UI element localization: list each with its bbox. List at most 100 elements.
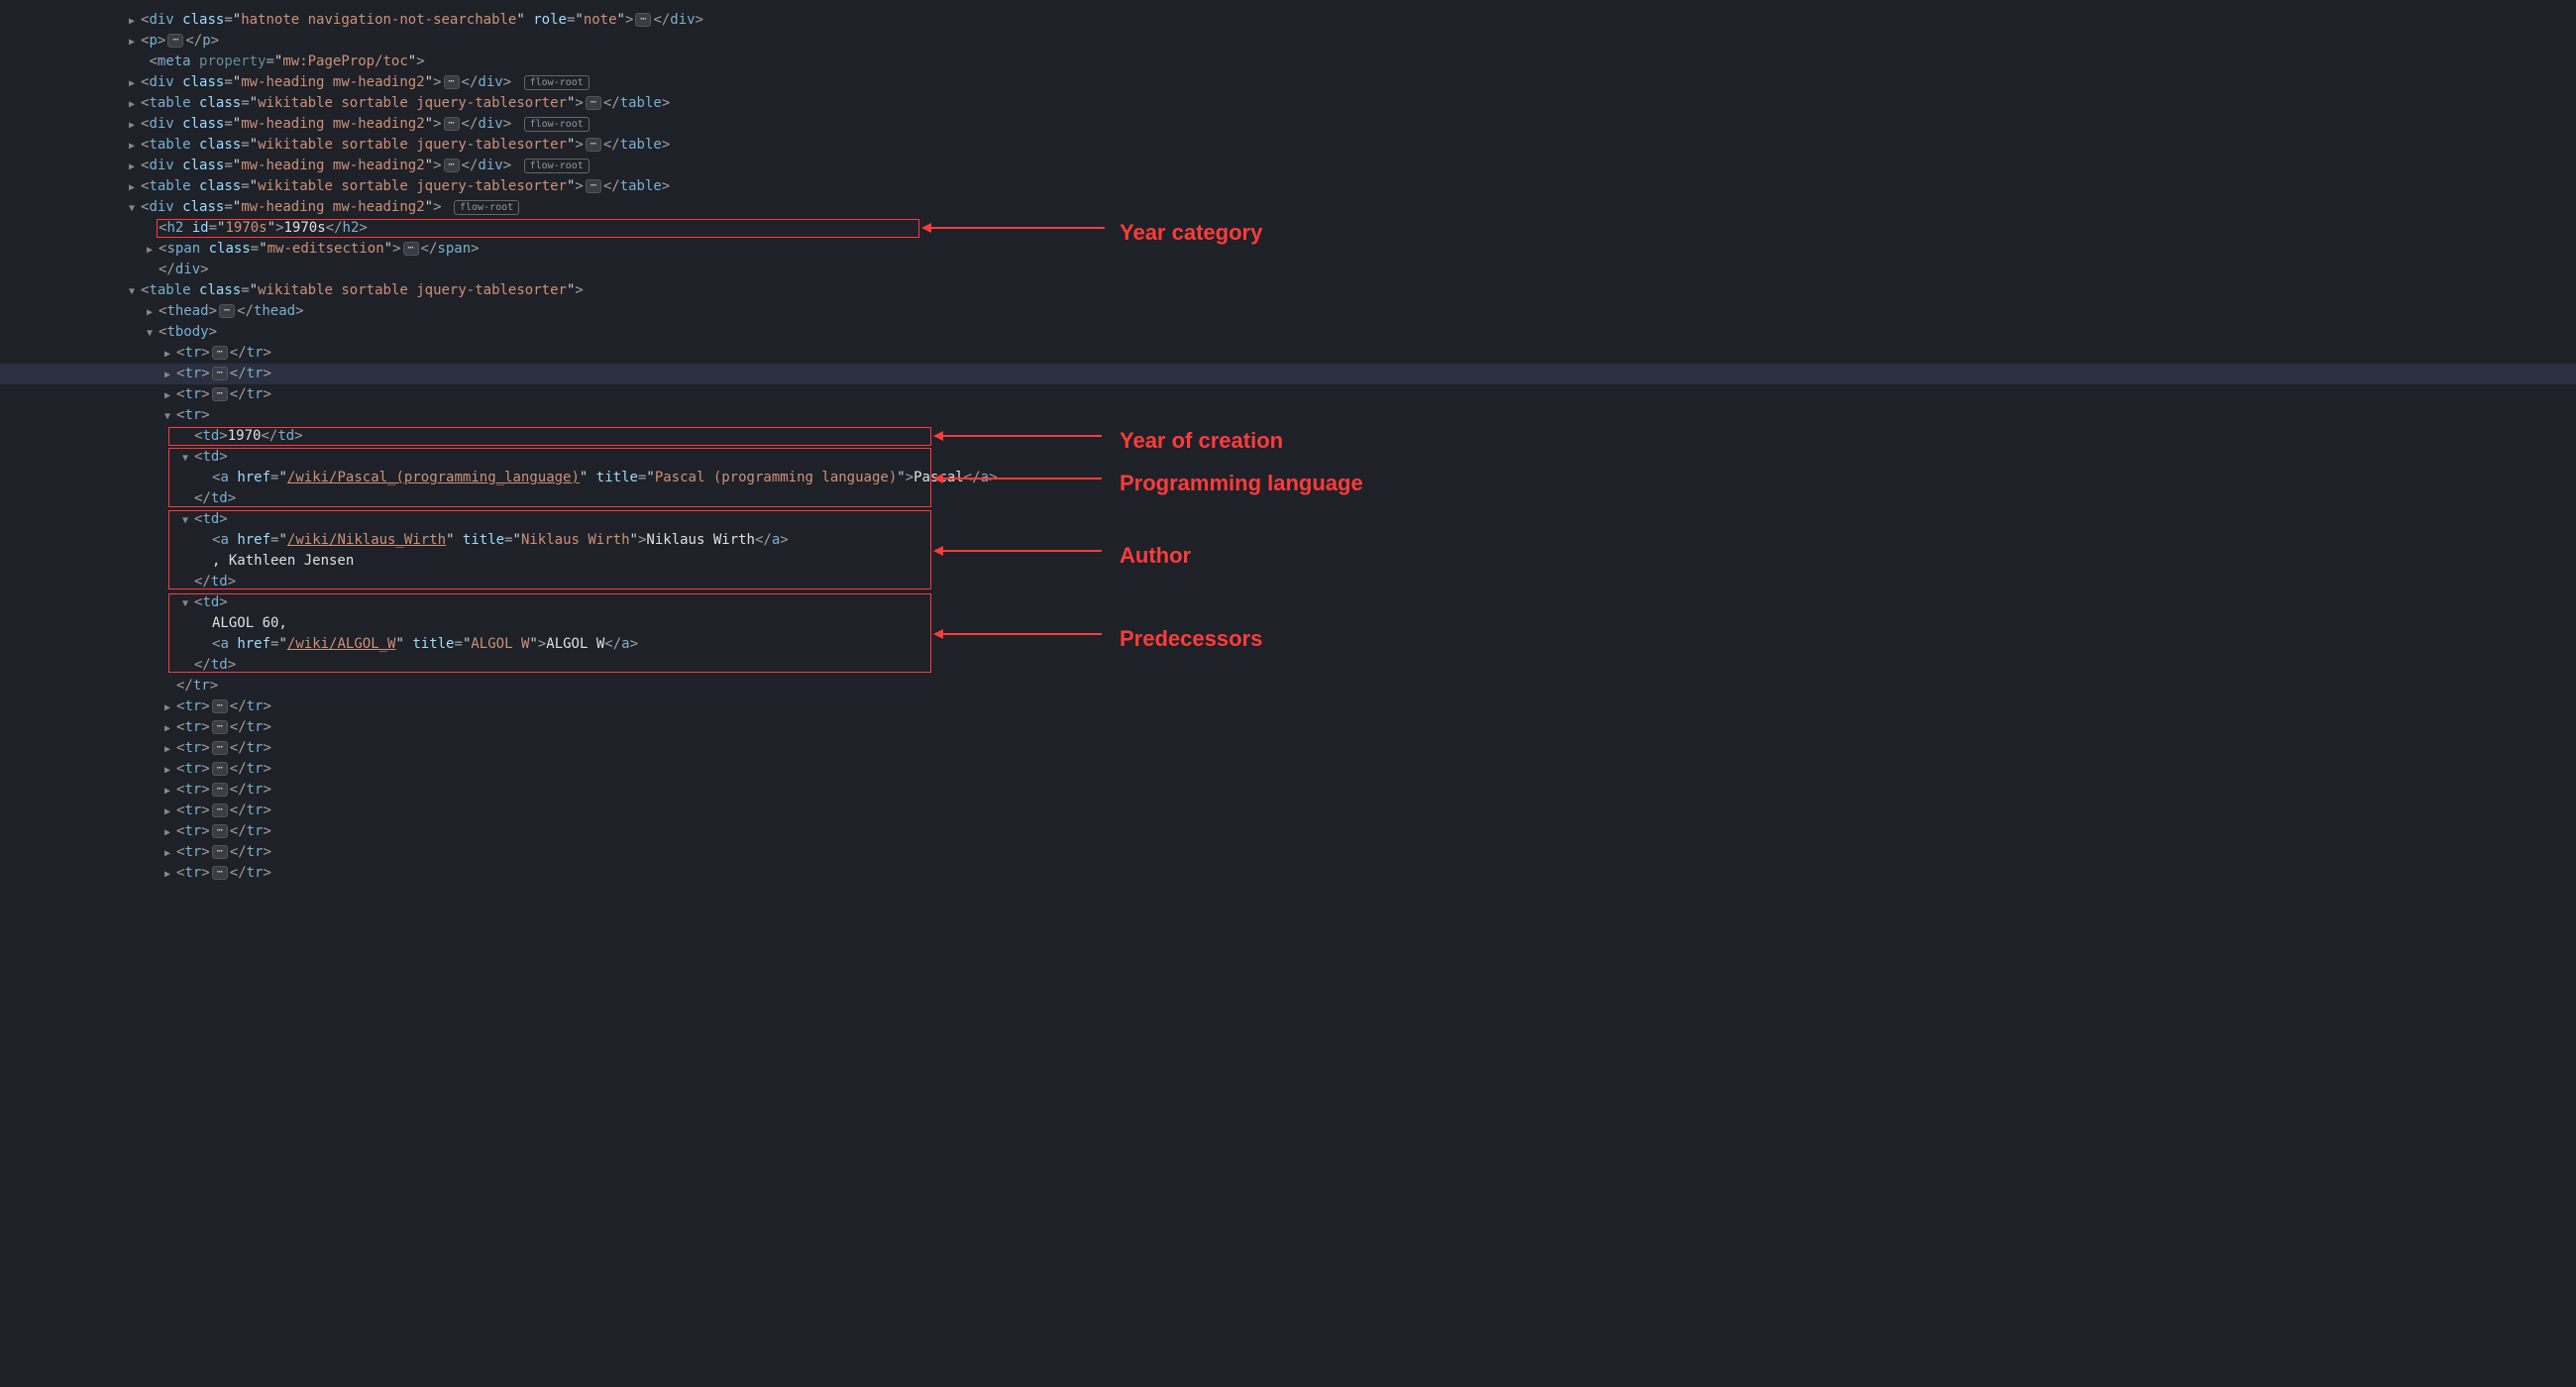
ellipsis-icon[interactable]: ⋯ bbox=[212, 367, 228, 380]
expand-arrow-icon[interactable] bbox=[164, 863, 176, 884]
ellipsis-icon[interactable]: ⋯ bbox=[444, 159, 460, 172]
annotation-label-author: Author bbox=[1120, 539, 1191, 572]
annotation-label-lang: Programming language bbox=[1120, 467, 1363, 499]
expand-arrow-icon[interactable] bbox=[164, 384, 176, 405]
dom-node-meta[interactable]: <meta property="mw:PageProp/toc"> bbox=[0, 52, 2576, 72]
dom-node-tr[interactable]: <tr>⋯</tr> bbox=[0, 800, 2576, 821]
ellipsis-icon[interactable]: ⋯ bbox=[167, 34, 183, 48]
dom-node-tr[interactable]: <tr>⋯</tr> bbox=[0, 343, 2576, 364]
expand-arrow-icon[interactable] bbox=[129, 31, 141, 52]
ellipsis-icon[interactable]: ⋯ bbox=[444, 75, 460, 89]
annotation-box-pred bbox=[168, 593, 931, 673]
flow-root-badge: flow-root bbox=[524, 117, 590, 132]
dom-node-tr[interactable]: <tr>⋯</tr> bbox=[0, 696, 2576, 717]
ellipsis-icon[interactable]: ⋯ bbox=[212, 803, 228, 817]
annotation-arrow bbox=[943, 550, 1102, 552]
ellipsis-icon[interactable]: ⋯ bbox=[586, 179, 601, 193]
ellipsis-icon[interactable]: ⋯ bbox=[586, 138, 601, 152]
ellipsis-icon[interactable]: ⋯ bbox=[635, 13, 651, 27]
dom-node[interactable]: <div class="mw-heading mw-heading2">⋯</d… bbox=[0, 156, 2576, 176]
expand-arrow-icon[interactable] bbox=[164, 364, 176, 384]
annotation-box-lang bbox=[168, 448, 931, 507]
dom-node[interactable]: <span class="mw-editsection">⋯</span> bbox=[0, 239, 2576, 260]
collapse-arrow-icon[interactable] bbox=[147, 322, 159, 343]
dom-close-tag: </tr> bbox=[0, 676, 2576, 696]
dom-node-tr[interactable]: <tr>⋯</tr> bbox=[0, 863, 2576, 884]
expand-arrow-icon[interactable] bbox=[129, 135, 141, 156]
expand-arrow-icon[interactable] bbox=[129, 10, 141, 31]
dom-node-tr[interactable]: <tr>⋯</tr> bbox=[0, 780, 2576, 800]
expand-arrow-icon[interactable] bbox=[164, 800, 176, 821]
ellipsis-icon[interactable]: ⋯ bbox=[212, 824, 228, 838]
dom-close-tag: </div> bbox=[0, 260, 2576, 280]
arrow-head-icon bbox=[933, 431, 943, 441]
ellipsis-icon[interactable]: ⋯ bbox=[212, 845, 228, 859]
expand-arrow-icon[interactable] bbox=[164, 717, 176, 738]
flow-root-badge: flow-root bbox=[524, 159, 590, 173]
collapse-arrow-icon[interactable] bbox=[164, 405, 176, 426]
ellipsis-icon[interactable]: ⋯ bbox=[212, 346, 228, 360]
dom-node-tr[interactable]: <tr>⋯</tr> bbox=[0, 738, 2576, 759]
collapse-arrow-icon[interactable] bbox=[129, 280, 141, 301]
ellipsis-icon[interactable]: ⋯ bbox=[212, 783, 228, 797]
dom-node-thead[interactable]: <thead>⋯</thead> bbox=[0, 301, 2576, 322]
dom-node-table-expanded[interactable]: <table class="wikitable sortable jquery-… bbox=[0, 280, 2576, 301]
expand-arrow-icon[interactable] bbox=[164, 759, 176, 780]
dom-node-tr[interactable]: <tr>⋯</tr> bbox=[0, 717, 2576, 738]
ellipsis-icon[interactable]: ⋯ bbox=[212, 699, 228, 713]
expand-arrow-icon[interactable] bbox=[164, 821, 176, 842]
dom-node-tr[interactable]: <tr>⋯</tr> bbox=[0, 842, 2576, 863]
flow-root-badge: flow-root bbox=[454, 200, 519, 215]
dom-node-tr-expanded[interactable]: <tr> bbox=[0, 405, 2576, 426]
dom-node[interactable]: <table class="wikitable sortable jquery-… bbox=[0, 176, 2576, 197]
expand-arrow-icon[interactable] bbox=[164, 842, 176, 863]
highlighted-row: <tr>⋯</tr> bbox=[0, 364, 2576, 384]
ellipsis-icon[interactable]: ⋯ bbox=[212, 762, 228, 776]
ellipsis-icon[interactable]: ⋯ bbox=[219, 304, 235, 318]
dom-node-tr[interactable]: <tr>⋯</tr> bbox=[0, 384, 2576, 405]
ellipsis-icon[interactable]: ⋯ bbox=[212, 387, 228, 401]
ellipsis-icon[interactable]: ⋯ bbox=[586, 96, 601, 110]
annotation-arrow bbox=[943, 435, 1102, 437]
expand-arrow-icon[interactable] bbox=[129, 176, 141, 197]
dom-node-expanded[interactable]: <div class="mw-heading mw-heading2"> flo… bbox=[0, 197, 2576, 218]
dom-node[interactable]: <p>⋯</p> bbox=[0, 31, 2576, 52]
arrow-head-icon bbox=[921, 223, 931, 233]
dom-node-tr[interactable]: <tr>⋯</tr> bbox=[0, 821, 2576, 842]
ellipsis-icon[interactable]: ⋯ bbox=[212, 866, 228, 880]
dom-node[interactable]: <div class="hatnote navigation-not-searc… bbox=[0, 10, 2576, 31]
dom-node-tr[interactable]: <tr>⋯</tr> bbox=[0, 364, 2576, 384]
flow-root-badge: flow-root bbox=[524, 75, 590, 90]
dom-node-tr[interactable]: <tr>⋯</tr> bbox=[0, 759, 2576, 780]
annotation-label-pred: Predecessors bbox=[1120, 622, 1262, 655]
dom-node[interactable]: <div class="mw-heading mw-heading2">⋯</d… bbox=[0, 114, 2576, 135]
expand-arrow-icon[interactable] bbox=[164, 343, 176, 364]
arrow-head-icon bbox=[933, 546, 943, 556]
expand-arrow-icon[interactable] bbox=[129, 72, 141, 93]
dom-node-tbody-expanded[interactable]: <tbody> bbox=[0, 322, 2576, 343]
expand-arrow-icon[interactable] bbox=[147, 239, 159, 260]
annotation-arrow bbox=[931, 227, 1105, 229]
dom-node[interactable]: <table class="wikitable sortable jquery-… bbox=[0, 93, 2576, 114]
ellipsis-icon[interactable]: ⋯ bbox=[444, 117, 460, 131]
expand-arrow-icon[interactable] bbox=[129, 93, 141, 114]
expand-arrow-icon[interactable] bbox=[129, 156, 141, 176]
ellipsis-icon[interactable]: ⋯ bbox=[212, 741, 228, 755]
expand-arrow-icon[interactable] bbox=[129, 114, 141, 135]
dom-node[interactable]: <div class="mw-heading mw-heading2">⋯</d… bbox=[0, 72, 2576, 93]
collapse-arrow-icon[interactable] bbox=[129, 197, 141, 218]
ellipsis-icon[interactable]: ⋯ bbox=[212, 720, 228, 734]
dom-node[interactable]: <table class="wikitable sortable jquery-… bbox=[0, 135, 2576, 156]
ellipsis-icon[interactable]: ⋯ bbox=[403, 242, 419, 256]
annotation-box-author bbox=[168, 510, 931, 589]
annotation-label-year-category: Year category bbox=[1120, 216, 1262, 249]
expand-arrow-icon[interactable] bbox=[164, 780, 176, 800]
devtools-dom-tree: <div class="hatnote navigation-not-searc… bbox=[0, 10, 2576, 884]
annotation-arrow bbox=[943, 633, 1102, 635]
arrow-head-icon bbox=[933, 474, 943, 483]
expand-arrow-icon[interactable] bbox=[164, 738, 176, 759]
expand-arrow-icon[interactable] bbox=[164, 696, 176, 717]
annotation-arrow bbox=[943, 478, 1102, 480]
annotation-box-year-category bbox=[157, 219, 919, 238]
expand-arrow-icon[interactable] bbox=[147, 301, 159, 322]
